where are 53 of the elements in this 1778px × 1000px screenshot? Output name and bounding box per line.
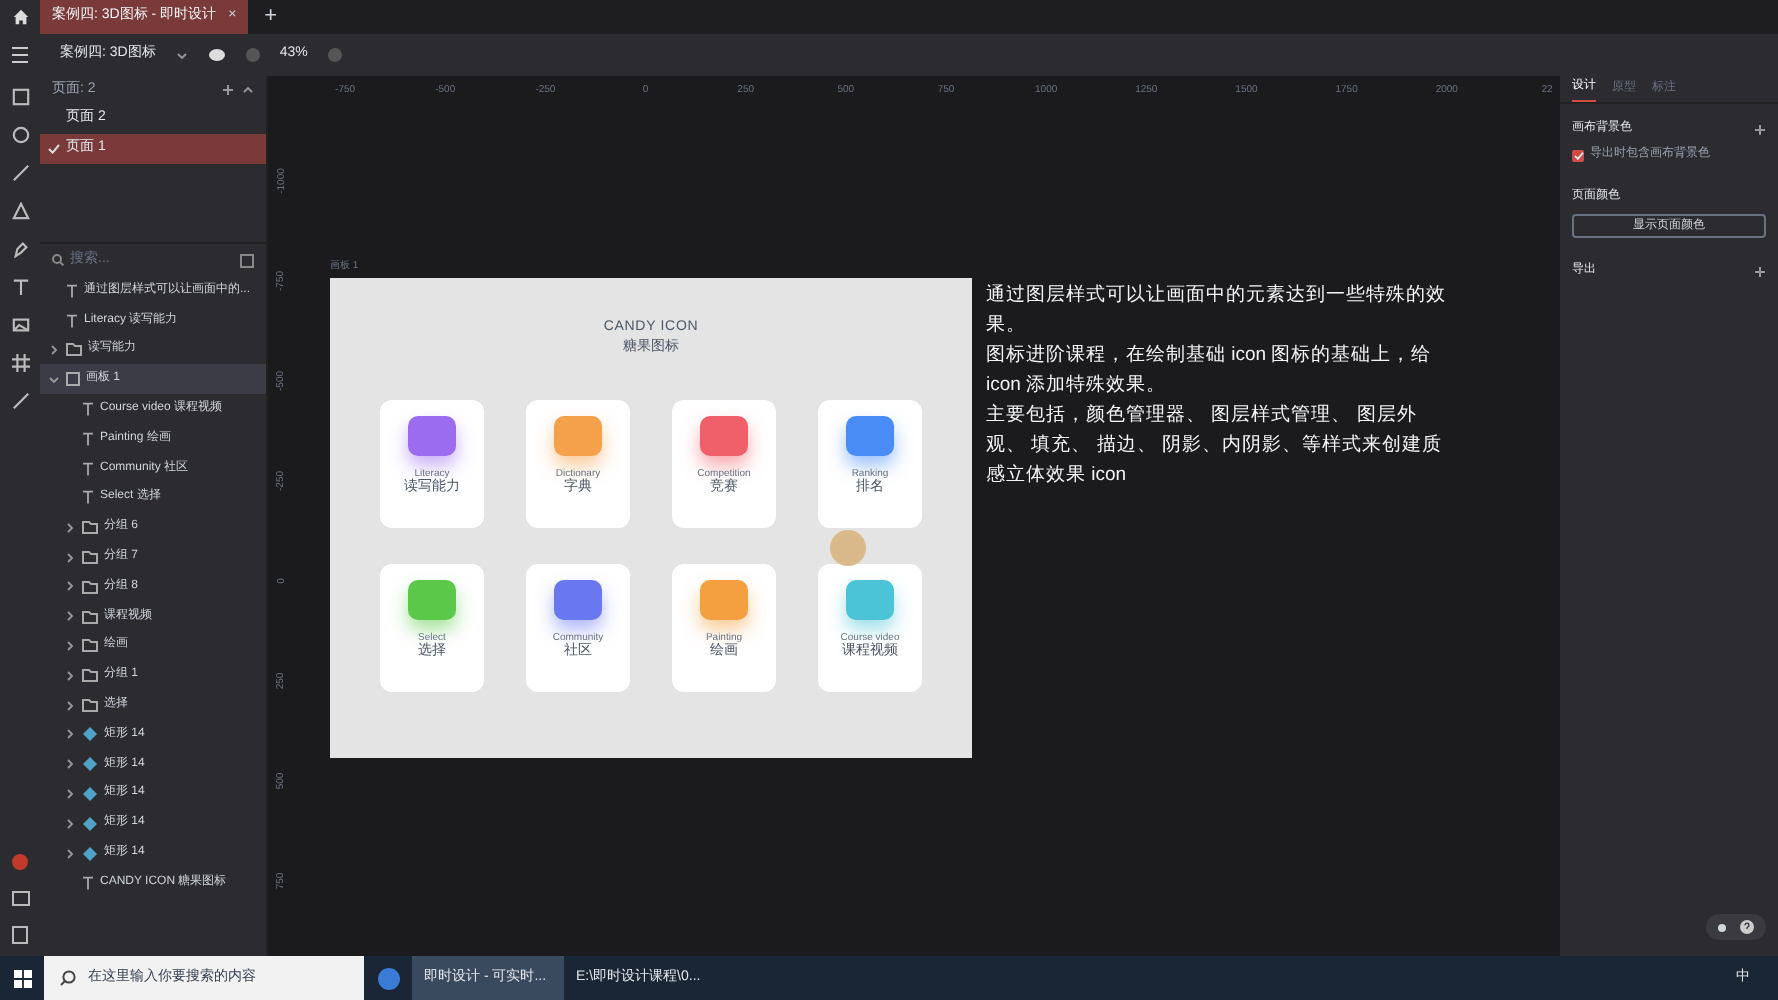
description-paragraph: 通过图层样式可以让画面中的元素达到一些特殊的效果。: [986, 281, 1446, 339]
cursor-highlight: [830, 529, 866, 565]
rectangle-tool-icon[interactable]: [11, 88, 29, 106]
caret-right-icon[interactable]: [64, 639, 76, 652]
caret-right-icon[interactable]: [64, 610, 76, 623]
collapse-icon[interactable]: [242, 84, 254, 96]
caret-right-icon[interactable]: [64, 817, 76, 830]
windows-logo-icon[interactable]: [13, 969, 31, 987]
checkbox[interactable]: [1572, 149, 1584, 161]
comment-icon[interactable]: [207, 47, 226, 63]
pen-tool-icon[interactable]: [11, 240, 29, 258]
app-icon[interactable]: [377, 967, 399, 989]
description-paragraph: 主要包括，颜色管理器、 图层样式管理、 图层外观、 填充、 描边、 阴影、内阴影、等样式来创建质感立体效果 icon: [986, 401, 1444, 489]
text-icon: [66, 283, 78, 298]
plugin-icon[interactable]: [12, 854, 28, 870]
artboard-icon: [66, 372, 80, 387]
plus-icon[interactable]: [1754, 123, 1766, 135]
plus-icon[interactable]: [1754, 265, 1766, 277]
text-icon: [82, 402, 94, 417]
ellipse-tool-icon[interactable]: [11, 126, 29, 144]
text-icon: [82, 490, 94, 505]
line-tool-icon[interactable]: [11, 164, 29, 182]
collapse-all-icon[interactable]: [240, 253, 254, 267]
triangle-tool-icon[interactable]: [11, 202, 29, 220]
description-paragraph: 图标进阶课程，在绘制基础 icon 图标的基础上，给 icon 添加特殊效果。: [986, 341, 1434, 399]
caret-right-icon[interactable]: [48, 343, 60, 356]
document-icon[interactable]: [12, 926, 28, 944]
search-icon: [60, 970, 76, 986]
caret-right-icon[interactable]: [64, 847, 76, 860]
brush-tool-icon[interactable]: [11, 392, 29, 410]
text-icon: [82, 431, 94, 446]
caret-right-icon[interactable]: [64, 669, 76, 682]
frame-tool-icon[interactable]: [11, 354, 29, 372]
search-icon: [52, 254, 64, 266]
caret-right-icon[interactable]: [64, 699, 76, 712]
caret-right-icon[interactable]: [64, 551, 76, 564]
caret-right-icon[interactable]: [64, 758, 76, 771]
help-icon[interactable]: [1739, 920, 1754, 934]
caret-right-icon[interactable]: [64, 580, 76, 593]
text-icon: [82, 875, 94, 890]
caret-down-icon[interactable]: [48, 373, 60, 386]
new-tab-button[interactable]: +: [248, 0, 294, 34]
text-icon: [82, 461, 94, 476]
text-icon: [66, 313, 78, 328]
checkmark-icon: [48, 144, 60, 154]
home-icon[interactable]: [11, 8, 29, 26]
text-tool-icon[interactable]: [11, 278, 29, 296]
plus-icon[interactable]: [222, 84, 234, 96]
image-tool-icon[interactable]: [11, 316, 29, 334]
caret-right-icon[interactable]: [64, 728, 76, 741]
caret-right-icon[interactable]: [64, 787, 76, 800]
caret-right-icon[interactable]: [64, 521, 76, 534]
chevron-down-icon[interactable]: [175, 49, 188, 61]
